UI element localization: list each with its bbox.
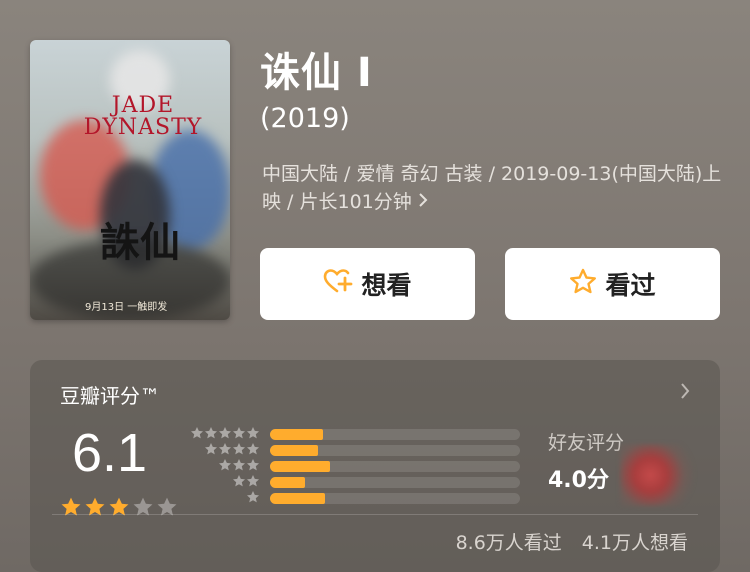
watched-label: 看过 bbox=[605, 271, 656, 300]
distribution-track bbox=[270, 492, 520, 504]
movie-year: (2019) bbox=[260, 103, 350, 134]
rating-card[interactable]: 豆瓣评分™ 6.1 好友评分 4.0分 8.6万人看过 4.1万人想看 bbox=[30, 360, 720, 572]
distribution-track bbox=[270, 428, 520, 440]
heart-plus-icon bbox=[323, 268, 361, 300]
chevron-right-icon[interactable] bbox=[680, 382, 690, 404]
star-empty-icon bbox=[156, 496, 178, 522]
movie-meta[interactable]: 中国大陆 / 爱情 奇幻 古装 / 2019-09-13(中国大陆)上映 / 片… bbox=[262, 160, 722, 216]
rating-stars bbox=[60, 496, 178, 522]
rating-distribution bbox=[185, 426, 520, 506]
want-to-watch-label: 想看 bbox=[361, 271, 412, 300]
chevron-right-icon bbox=[418, 188, 428, 216]
distribution-track bbox=[270, 476, 520, 488]
watched-button[interactable]: 看过 bbox=[505, 248, 720, 320]
movie-title: 诛仙 I bbox=[260, 50, 373, 96]
rating-header: 豆瓣评分™ bbox=[60, 384, 160, 408]
distribution-bar bbox=[270, 476, 305, 488]
distribution-bar bbox=[270, 460, 330, 472]
distribution-bar bbox=[270, 492, 325, 504]
distribution-track bbox=[270, 460, 520, 472]
divider bbox=[52, 514, 698, 515]
poster-title-cn: 誅仙 bbox=[100, 219, 180, 266]
rating-score: 6.1 bbox=[72, 423, 148, 483]
friend-rating-label: 好友评分 bbox=[548, 432, 625, 454]
distribution-bar bbox=[270, 444, 318, 456]
star-filled-icon bbox=[60, 496, 82, 522]
rating-counts: 8.6万人看过 4.1万人想看 bbox=[456, 528, 688, 555]
distribution-stars bbox=[185, 489, 260, 508]
star-small-icon bbox=[246, 489, 260, 508]
distribution-row bbox=[185, 490, 520, 506]
movie-poster[interactable]: JADE DYNASTY 誅仙 9月13日 一触即发 bbox=[30, 40, 230, 320]
poster-title-en: JADE DYNASTY bbox=[83, 93, 203, 140]
movie-meta-text: 中国大陆 / 爱情 奇幻 古装 / 2019-09-13(中国大陆)上映 / 片… bbox=[262, 163, 722, 213]
wanted-count: 4.1万人想看 bbox=[581, 532, 688, 554]
star-filled-icon bbox=[84, 496, 106, 522]
friend-rating-score: 4.0分 bbox=[548, 468, 609, 493]
distribution-track bbox=[270, 444, 520, 456]
watched-count: 8.6万人看过 bbox=[455, 532, 562, 554]
distribution-bar bbox=[270, 428, 323, 440]
star-outline-icon bbox=[569, 268, 605, 301]
star-empty-icon bbox=[132, 496, 154, 522]
star-filled-icon bbox=[108, 496, 130, 522]
friend-avatar[interactable] bbox=[620, 444, 696, 506]
poster-date: 9月13日 一触即发 bbox=[85, 302, 168, 313]
want-to-watch-button[interactable]: 想看 bbox=[260, 248, 475, 320]
